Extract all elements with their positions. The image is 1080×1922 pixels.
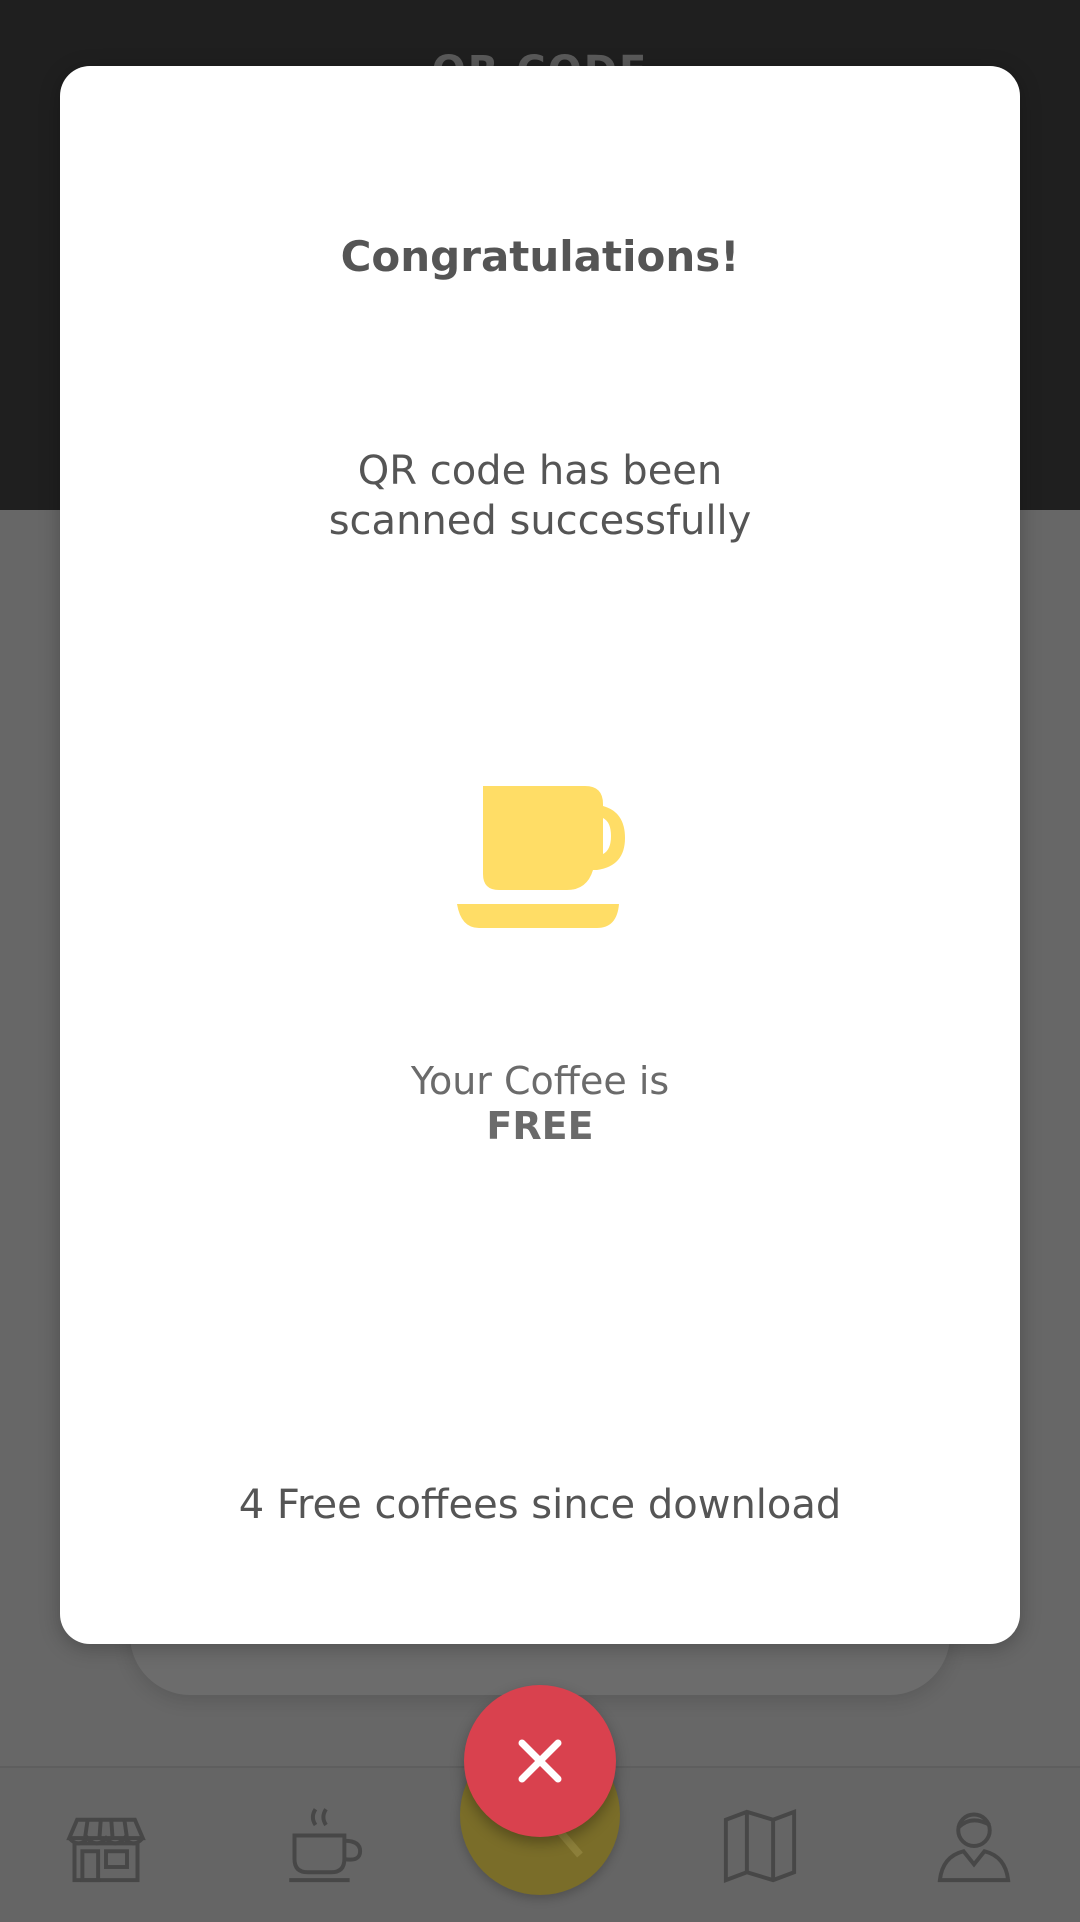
coffee-free-label: FREE — [486, 1104, 594, 1148]
modal-message: QR code has been scanned successfully — [240, 446, 840, 546]
success-modal: Congratulations! QR code has been scanne… — [60, 66, 1020, 1644]
coffee-status-text: Your Coffee is — [410, 1059, 670, 1103]
message-line-2: scanned successfully — [328, 498, 752, 544]
message-line-1: QR code has been — [357, 448, 723, 494]
modal-title: Congratulations! — [340, 232, 740, 281]
close-icon — [518, 1739, 562, 1783]
coffee-cup-icon — [457, 786, 625, 928]
free-coffee-count: 4 Free coffees since download — [238, 1482, 842, 1528]
close-button[interactable] — [464, 1685, 616, 1837]
